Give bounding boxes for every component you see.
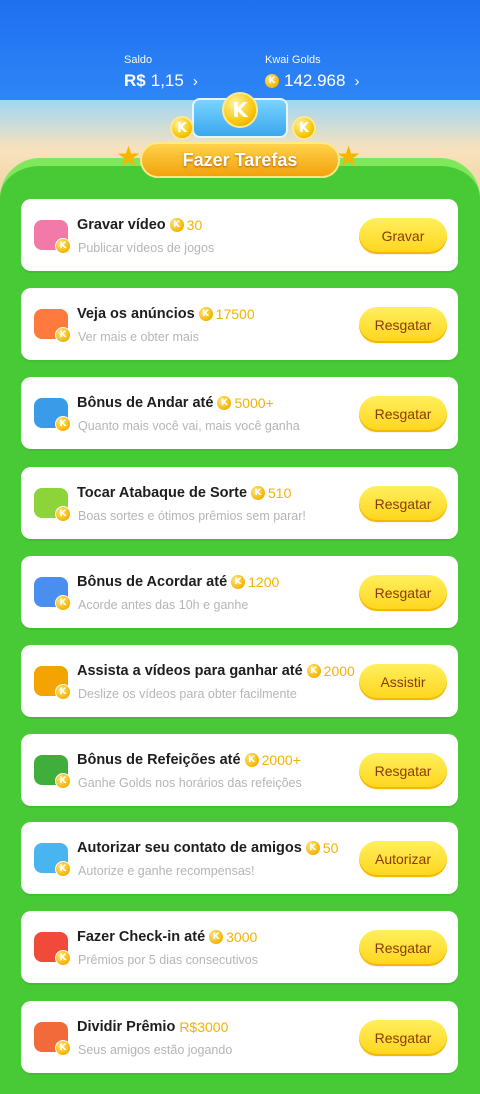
task-reward-value: 30 bbox=[186, 217, 203, 233]
top-balance-bar: Saldo R$ 1,15 › Kwai Golds K 142.968 › bbox=[0, 0, 480, 100]
task-title: Tocar Atabaque de Sorte bbox=[77, 485, 248, 501]
task-action-button[interactable]: Autorizar bbox=[359, 841, 447, 877]
task-subtitle: Ganhe Golds nos horários das refeições bbox=[78, 776, 302, 790]
task-title: Gravar vídeo bbox=[77, 217, 166, 233]
calendar-icon: K bbox=[29, 925, 73, 969]
task-reward-value: 5000+ bbox=[234, 395, 274, 411]
task-reward: K 2000 bbox=[306, 663, 355, 679]
task-reward: K 5000+ bbox=[217, 395, 274, 411]
task-subtitle: Prêmios por 5 dias consecutivos bbox=[78, 953, 258, 967]
task-action-button[interactable]: Gravar bbox=[359, 218, 447, 254]
saldo-value: 1,15 bbox=[150, 71, 184, 90]
task-reward: K 2000+ bbox=[244, 752, 301, 768]
task-title: Fazer Check-in até bbox=[77, 929, 206, 945]
task-title: Veja os anúncios bbox=[77, 306, 195, 322]
golds-value: 142.968 bbox=[284, 71, 346, 90]
task-reward: R$3000 bbox=[179, 1019, 228, 1035]
task-action-button[interactable]: Resgatar bbox=[359, 486, 447, 522]
task-reward: K 1200 bbox=[231, 574, 279, 590]
task-subtitle: Quanto mais você vai, mais você ganha bbox=[78, 419, 300, 433]
kwai-coin-icon: K bbox=[305, 841, 320, 855]
task-title: Bônus de Refeições até bbox=[77, 752, 241, 768]
star-icon: ★ bbox=[116, 141, 142, 172]
task-reward-value: 3000 bbox=[226, 929, 258, 945]
kwai-coin-icon: K bbox=[244, 753, 259, 767]
saldo-label: Saldo bbox=[124, 54, 153, 66]
task-reward-value: R$3000 bbox=[179, 1019, 229, 1035]
task-reward: K 50 bbox=[305, 840, 339, 856]
task-title: Assista a vídeos para ganhar até bbox=[77, 663, 303, 679]
task-title: Dividir Prêmio bbox=[77, 1019, 176, 1035]
kwai-coin-icon: K bbox=[231, 575, 246, 589]
task-action-button[interactable]: Resgatar bbox=[359, 396, 447, 432]
task-reward: K 510 bbox=[251, 485, 291, 501]
task-card[interactable]: K Gravar vídeo K 30 Publicar vídeos de jogos… bbox=[21, 199, 458, 271]
camera-icon: K bbox=[29, 659, 73, 703]
kwai-golds-stat[interactable]: Kwai Golds K 142.968 › bbox=[265, 54, 359, 91]
alarm-icon: K bbox=[29, 570, 73, 614]
task-card[interactable]: K Fazer Check-in até K 3000 Prêmios por 5 di… bbox=[21, 911, 458, 983]
kwai-coin-icon: K bbox=[209, 930, 224, 944]
task-reward: K 3000 bbox=[209, 929, 257, 945]
tasks-banner: K K K ★ ★ Fazer Tarefas bbox=[110, 92, 370, 184]
banner-title: Fazer Tarefas bbox=[140, 142, 340, 178]
task-card[interactable]: K Autorizar seu contato de amigos K 50 Autor… bbox=[21, 822, 458, 894]
task-reward-value: 50 bbox=[322, 840, 339, 856]
kwai-coin-icon: K bbox=[222, 92, 258, 128]
task-subtitle: Publicar vídeos de jogos bbox=[78, 241, 215, 255]
task-reward: K 30 bbox=[169, 217, 203, 233]
task-title: Autorizar seu contato de amigos bbox=[77, 840, 302, 856]
chevron-right-icon: › bbox=[354, 72, 360, 90]
kwai-coin-icon: K bbox=[292, 116, 316, 140]
kwai-coin-icon: K bbox=[265, 74, 279, 88]
saldo-stat[interactable]: Saldo R$ 1,15 › bbox=[124, 54, 198, 91]
task-subtitle: Acorde antes das 10h e ganhe bbox=[78, 598, 249, 612]
task-reward-value: 2000 bbox=[323, 663, 355, 679]
kwai-coin-icon: K bbox=[217, 396, 232, 410]
task-action-button[interactable]: Resgatar bbox=[359, 753, 447, 789]
task-title: Bônus de Andar até bbox=[77, 395, 214, 411]
tv-ads-icon: K bbox=[29, 302, 73, 346]
task-action-button[interactable]: Resgatar bbox=[359, 930, 447, 966]
kwai-coin-icon: K bbox=[169, 218, 184, 232]
kwai-coin-icon: K bbox=[306, 664, 321, 678]
drum-icon: K bbox=[29, 481, 73, 525]
kwai-coin-icon: K bbox=[198, 307, 213, 321]
golds-label: Kwai Golds bbox=[265, 54, 321, 66]
task-reward-value: 2000+ bbox=[261, 752, 301, 768]
task-action-button[interactable]: Assistir bbox=[359, 664, 447, 700]
task-card[interactable]: K Tocar Atabaque de Sorte K 510 Boas sortes … bbox=[21, 467, 458, 539]
pointing-hand-icon: K bbox=[29, 836, 73, 880]
kwai-coin-icon: K bbox=[251, 486, 266, 500]
gift-box-icon: K bbox=[29, 1015, 73, 1059]
task-card[interactable]: K Bônus de Acordar até K 1200 Acorde antes d… bbox=[21, 556, 458, 628]
task-subtitle: Autorize e ganhe recompensas! bbox=[78, 864, 255, 878]
task-card[interactable]: K Dividir Prêmio R$3000 Seus amigos estão j… bbox=[21, 1001, 458, 1073]
task-card[interactable]: K Bônus de Andar até K 5000+ Quanto mais voc… bbox=[21, 377, 458, 449]
saldo-currency: R$ bbox=[124, 71, 146, 90]
task-subtitle: Ver mais e obter mais bbox=[78, 330, 199, 344]
task-card[interactable]: K Bônus de Refeições até K 2000+ Ganhe Golds… bbox=[21, 734, 458, 806]
task-subtitle: Seus amigos estão jogando bbox=[78, 1043, 233, 1057]
walking-boy-icon: K bbox=[29, 391, 73, 435]
task-action-button[interactable]: Resgatar bbox=[359, 575, 447, 611]
kwai-coin-icon: K bbox=[170, 116, 194, 140]
chevron-right-icon: › bbox=[192, 72, 198, 90]
task-card[interactable]: K Veja os anúncios K 17500 Ver mais e obter … bbox=[21, 288, 458, 360]
task-action-button[interactable]: Resgatar bbox=[359, 307, 447, 343]
task-reward-value: 1200 bbox=[248, 574, 280, 590]
task-title: Bônus de Acordar até bbox=[77, 574, 228, 590]
task-subtitle: Boas sortes e ótimos prêmios sem parar! bbox=[78, 509, 306, 523]
task-reward-value: 17500 bbox=[215, 306, 255, 322]
task-reward: K 17500 bbox=[198, 306, 255, 322]
task-subtitle: Deslize os vídeos para obter facilmente bbox=[78, 687, 297, 701]
meal-bag-icon: K bbox=[29, 748, 73, 792]
task-action-button[interactable]: Resgatar bbox=[359, 1020, 447, 1056]
video-record-icon: K bbox=[29, 213, 73, 257]
task-reward-value: 510 bbox=[268, 485, 292, 501]
task-card[interactable]: K Assista a vídeos para ganhar até K 2000 De… bbox=[21, 645, 458, 717]
